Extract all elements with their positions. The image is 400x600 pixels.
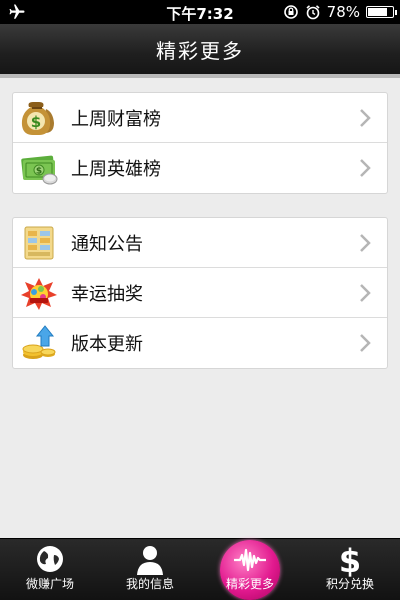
tab-label: 精彩更多 [225, 577, 274, 591]
coins-arrow-icon [22, 325, 56, 359]
list-group-rankings: $ 上周财富榜 $ 上周英雄榜 [12, 92, 388, 194]
tab-label: 我的信息 [125, 577, 174, 591]
tab-my-info[interactable]: 我的信息 [100, 539, 200, 600]
tab-points-exchange[interactable]: $ 积分兑换 [300, 539, 400, 600]
notice-board-icon [24, 226, 54, 259]
list-item-wealth-ranking[interactable]: $ 上周财富榜 [13, 93, 387, 143]
person-icon [137, 546, 163, 575]
list-item-version-update[interactable]: 版本更新 [13, 318, 387, 368]
tab-label: 微赚广场 [25, 577, 74, 591]
lottery-icon [21, 277, 57, 310]
sound-wave-icon [234, 548, 266, 572]
dollar-icon: $ [339, 543, 361, 577]
chevron-right-icon [360, 159, 371, 177]
list-item-label: 幸运抽奖 [71, 283, 143, 305]
money-bag-icon: $ [21, 101, 54, 135]
list-item-notice[interactable]: 通知公告 [13, 218, 387, 268]
cash-coin-icon: $ [21, 155, 58, 185]
tab-label: 积分兑换 [325, 577, 374, 591]
svg-text:$: $ [31, 113, 41, 131]
chevron-right-icon [360, 284, 371, 302]
nav-bar: 精彩更多 [0, 24, 400, 78]
list-group-more: 通知公告 幸运抽奖 版本更新 [12, 217, 388, 369]
list-item-label: 通知公告 [71, 233, 143, 255]
chevron-right-icon [360, 334, 371, 352]
alarm-icon [306, 5, 320, 20]
globe-icon [37, 546, 63, 572]
list-item-hero-ranking[interactable]: $ 上周英雄榜 [13, 143, 387, 193]
svg-text:$: $ [339, 543, 361, 577]
rotation-lock-icon [283, 5, 298, 19]
list-item-label: 上周财富榜 [71, 108, 161, 130]
chevron-right-icon [360, 109, 371, 127]
list-item-label: 上周英雄榜 [71, 159, 161, 180]
list-item-label: 版本更新 [71, 334, 143, 355]
svg-text:$: $ [36, 167, 42, 177]
list-item-lottery[interactable]: 幸运抽奖 [13, 268, 387, 318]
tab-square[interactable]: 微赚广场 [0, 539, 100, 600]
battery-percent: 78% [326, 3, 360, 21]
page-title: 精彩更多 [156, 39, 244, 63]
tab-more[interactable]: 精彩更多 [200, 539, 300, 600]
tab-bar: 微赚广场 我的信息 精彩更多 $ 积分兑换 [0, 538, 400, 600]
battery-icon [366, 6, 397, 18]
chevron-right-icon [360, 234, 371, 252]
status-bar: 下午7:32 78% [0, 0, 400, 24]
